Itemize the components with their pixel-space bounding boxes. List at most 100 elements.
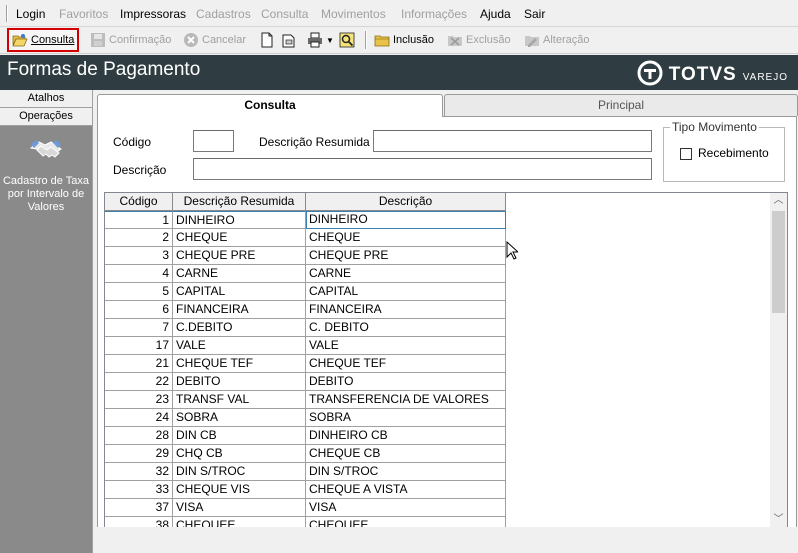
table-row[interactable]: 29 CHQ CB CHEQUE CB xyxy=(105,445,506,463)
column-header-descricao[interactable]: Descrição xyxy=(306,193,506,211)
table-cell[interactable]: 37 xyxy=(105,499,173,517)
table-cell[interactable]: 2 xyxy=(105,229,173,247)
table-cell[interactable]: DINHEIRO xyxy=(173,211,306,229)
menu-favoritos[interactable]: Favoritos xyxy=(59,7,108,21)
scroll-up-icon[interactable]: ︿ xyxy=(770,193,787,209)
table-cell[interactable]: CHEQUE PRE xyxy=(306,247,506,265)
exclusao-button[interactable]: Exclusão xyxy=(447,29,511,51)
sidebar-tab-operacoes[interactable]: Operações xyxy=(0,108,92,126)
table-cell[interactable]: 6 xyxy=(105,301,173,319)
sidebar-tab-atalhos[interactable]: Atalhos xyxy=(0,90,92,108)
table-row[interactable]: 23 TRANSF VAL TRANSFERENCIA DE VALORES xyxy=(105,391,506,409)
table-cell[interactable]: DINHEIRO xyxy=(306,211,506,229)
menu-ajuda[interactable]: Ajuda xyxy=(480,7,511,21)
table-cell[interactable]: SOBRA xyxy=(306,409,506,427)
table-cell[interactable]: DINHEIRO CB xyxy=(306,427,506,445)
table-cell[interactable]: 3 xyxy=(105,247,173,265)
sidebar-item-cadastro-taxa[interactable]: Cadastro de Taxa por Intervalo de Valore… xyxy=(0,134,92,214)
table-cell[interactable]: CHEQUE A VISTA xyxy=(306,481,506,499)
table-row[interactable]: 6 FINANCEIRA FINANCEIRA xyxy=(105,301,506,319)
table-cell[interactable]: CHEQUE TEF xyxy=(173,355,306,373)
table-cell[interactable]: 33 xyxy=(105,481,173,499)
menu-movimentos[interactable]: Movimentos xyxy=(321,7,386,21)
menu-login[interactable]: Login xyxy=(16,7,45,21)
table-cell[interactable]: DEBITO xyxy=(306,373,506,391)
table-row[interactable]: 5 CAPITAL CAPITAL xyxy=(105,283,506,301)
recebimento-checkbox[interactable] xyxy=(680,148,692,160)
table-row[interactable]: 22 DEBITO DEBITO xyxy=(105,373,506,391)
table-cell[interactable]: CHEQUE PRE xyxy=(173,247,306,265)
table-cell[interactable]: VALE xyxy=(173,337,306,355)
confirmacao-button[interactable]: Confirmação xyxy=(90,29,171,51)
table-cell[interactable]: 24 xyxy=(105,409,173,427)
column-header-codigo[interactable]: Código xyxy=(105,193,173,211)
table-cell[interactable]: 4 xyxy=(105,265,173,283)
table-row[interactable]: 3 CHEQUE PRE CHEQUE PRE xyxy=(105,247,506,265)
table-cell[interactable]: VISA xyxy=(306,499,506,517)
table-cell[interactable]: C.DEBITO xyxy=(173,319,306,337)
table-cell[interactable]: FINANCEIRA xyxy=(306,301,506,319)
table-cell[interactable]: C. DEBITO xyxy=(306,319,506,337)
table-row[interactable]: 7 C.DEBITO C. DEBITO xyxy=(105,319,506,337)
table-row[interactable]: 37 VISA VISA xyxy=(105,499,506,517)
table-cell[interactable]: TRANSFERENCIA DE VALORES xyxy=(306,391,506,409)
table-cell[interactable]: CAPITAL xyxy=(173,283,306,301)
table-cell[interactable]: 17 xyxy=(105,337,173,355)
table-cell[interactable]: CARNE xyxy=(173,265,306,283)
table-cell[interactable]: CHEQUE CB xyxy=(306,445,506,463)
table-cell[interactable]: SOBRA xyxy=(173,409,306,427)
tab-consulta[interactable]: Consulta xyxy=(97,94,443,117)
table-row[interactable]: 32 DIN S/TROC DIN S/TROC xyxy=(105,463,506,481)
table-cell[interactable]: TRANSF VAL xyxy=(173,391,306,409)
alteracao-button[interactable]: Alteração xyxy=(524,29,589,51)
table-cell[interactable]: 32 xyxy=(105,463,173,481)
inclusao-button[interactable]: Inclusão xyxy=(374,29,434,51)
table-row[interactable]: 4 CARNE CARNE xyxy=(105,265,506,283)
table-row[interactable]: 33 CHEQUE VIS CHEQUE A VISTA xyxy=(105,481,506,499)
vertical-scrollbar[interactable]: ︿ ﹀ xyxy=(770,193,787,528)
table-cell[interactable]: DIN CB xyxy=(173,427,306,445)
menu-informacoes[interactable]: Informações xyxy=(401,7,467,21)
menu-impressoras[interactable]: Impressoras xyxy=(120,7,186,21)
consulta-button[interactable]: Consulta xyxy=(7,28,80,52)
table-row[interactable]: 28 DIN CB DINHEIRO CB xyxy=(105,427,506,445)
table-cell[interactable]: CHEQUE VIS xyxy=(173,481,306,499)
menu-cadastros[interactable]: Cadastros xyxy=(196,7,251,21)
table-cell[interactable]: 5 xyxy=(105,283,173,301)
table-cell[interactable]: CHEQUE TEF xyxy=(306,355,506,373)
table-cell[interactable]: 7 xyxy=(105,319,173,337)
table-cell[interactable]: VALE xyxy=(306,337,506,355)
menu-sair[interactable]: Sair xyxy=(524,7,545,21)
search-button[interactable] xyxy=(339,29,355,51)
menu-consulta[interactable]: Consulta xyxy=(261,7,308,21)
printer-button[interactable]: ▼ xyxy=(307,29,334,51)
codigo-input[interactable] xyxy=(193,130,234,152)
table-cell[interactable]: DIN S/TROC xyxy=(306,463,506,481)
scrollbar-thumb[interactable] xyxy=(772,211,785,313)
table-cell[interactable]: 1 xyxy=(105,211,173,229)
table-row[interactable]: 24 SOBRA SOBRA xyxy=(105,409,506,427)
table-row[interactable]: 17 VALE VALE xyxy=(105,337,506,355)
tab-principal[interactable]: Principal xyxy=(444,94,798,116)
descricao-resumida-input[interactable] xyxy=(373,130,652,152)
table-cell[interactable]: 28 xyxy=(105,427,173,445)
table-cell[interactable]: CHEQUE xyxy=(306,229,506,247)
table-cell[interactable]: DIN S/TROC xyxy=(173,463,306,481)
table-cell[interactable]: DEBITO xyxy=(173,373,306,391)
table-cell[interactable]: 21 xyxy=(105,355,173,373)
table-cell[interactable]: VISA xyxy=(173,499,306,517)
table-cell[interactable]: 22 xyxy=(105,373,173,391)
table-cell[interactable]: CHEQUE xyxy=(173,229,306,247)
print-preview-button[interactable] xyxy=(281,29,297,51)
table-cell[interactable]: CARNE xyxy=(306,265,506,283)
column-header-descricao-resumida[interactable]: Descrição Resumida xyxy=(173,193,306,211)
table-cell[interactable]: FINANCEIRA xyxy=(173,301,306,319)
descricao-input[interactable] xyxy=(193,158,652,180)
new-document-button[interactable] xyxy=(259,29,275,51)
table-cell[interactable]: CHQ CB xyxy=(173,445,306,463)
table-cell[interactable]: 23 xyxy=(105,391,173,409)
table-cell[interactable]: CAPITAL xyxy=(306,283,506,301)
table-row[interactable]: 1 DINHEIRO DINHEIRO xyxy=(105,211,506,229)
table-cell[interactable]: 29 xyxy=(105,445,173,463)
table-row[interactable]: 21 CHEQUE TEF CHEQUE TEF xyxy=(105,355,506,373)
